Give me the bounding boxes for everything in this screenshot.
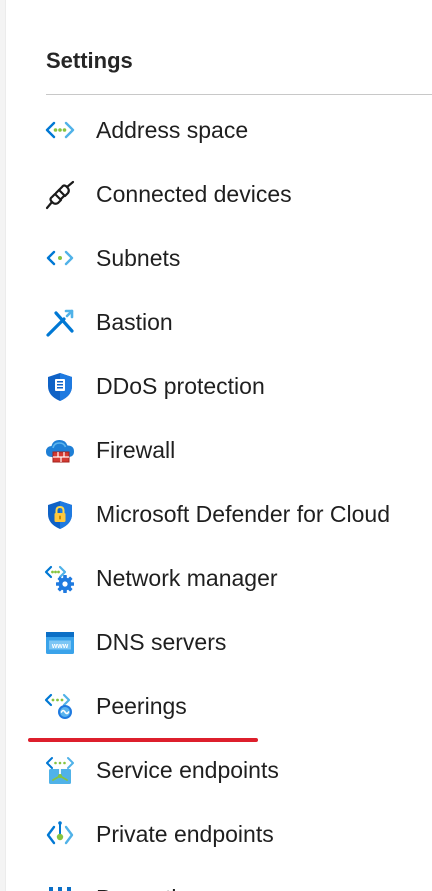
menu-item-connected-devices[interactable]: Connected devices [0,162,432,226]
defender-shield-icon [44,499,76,531]
menu-item-label: Peerings [96,693,187,719]
address-space-icon [44,115,76,147]
menu-item-service-endpoints[interactable]: Service endpoints [0,738,432,802]
menu-item-properties[interactable]: Properties [0,866,432,891]
menu-item-label: Network manager [96,565,278,591]
menu-item-label: Connected devices [96,181,292,207]
menu-item-dns-servers[interactable]: www DNS servers [0,610,432,674]
section-title: Settings [46,48,133,73]
settings-menu: Address space Connected devices Subnets … [0,98,432,891]
menu-item-address-space[interactable]: Address space [0,98,432,162]
menu-item-label: Private endpoints [96,821,274,847]
subnets-icon [44,243,76,275]
settings-panel: Settings Address space Connected devices… [0,0,432,891]
red-annotation-underline [28,738,258,742]
menu-item-subnets[interactable]: Subnets [0,226,432,290]
menu-item-label: DNS servers [96,629,227,655]
menu-item-label: Service endpoints [96,757,279,783]
private-endpoints-icon [44,819,76,851]
menu-item-label: Properties [96,883,201,891]
bastion-icon [44,307,76,339]
menu-item-peerings[interactable]: Peerings [0,674,432,738]
menu-item-label: DDoS protection [96,373,265,399]
menu-item-defender-for-cloud[interactable]: Microsoft Defender for Cloud [0,482,432,546]
svg-text:www: www [51,643,69,650]
properties-bars-icon [44,883,76,891]
menu-item-bastion[interactable]: Bastion [0,290,432,354]
menu-item-private-endpoints[interactable]: Private endpoints [0,802,432,866]
service-endpoints-icon [44,755,76,787]
section-divider [46,94,432,95]
menu-item-label: Bastion [96,309,173,335]
menu-item-label: Firewall [96,437,176,463]
menu-item-firewall[interactable]: Firewall [0,418,432,482]
firewall-cloud-icon [44,435,76,467]
menu-item-label: Address space [96,117,249,143]
dns-www-icon: www [44,627,76,659]
menu-item-label: Microsoft Defender for Cloud [96,501,391,527]
menu-item-network-manager[interactable]: Network manager [0,546,432,610]
menu-item-ddos-protection[interactable]: DDoS protection [0,354,432,418]
peerings-icon [44,691,76,723]
plug-icon [44,179,76,211]
ddos-shield-icon [44,371,76,403]
menu-item-label: Subnets [96,245,181,271]
network-manager-icon [44,563,76,595]
